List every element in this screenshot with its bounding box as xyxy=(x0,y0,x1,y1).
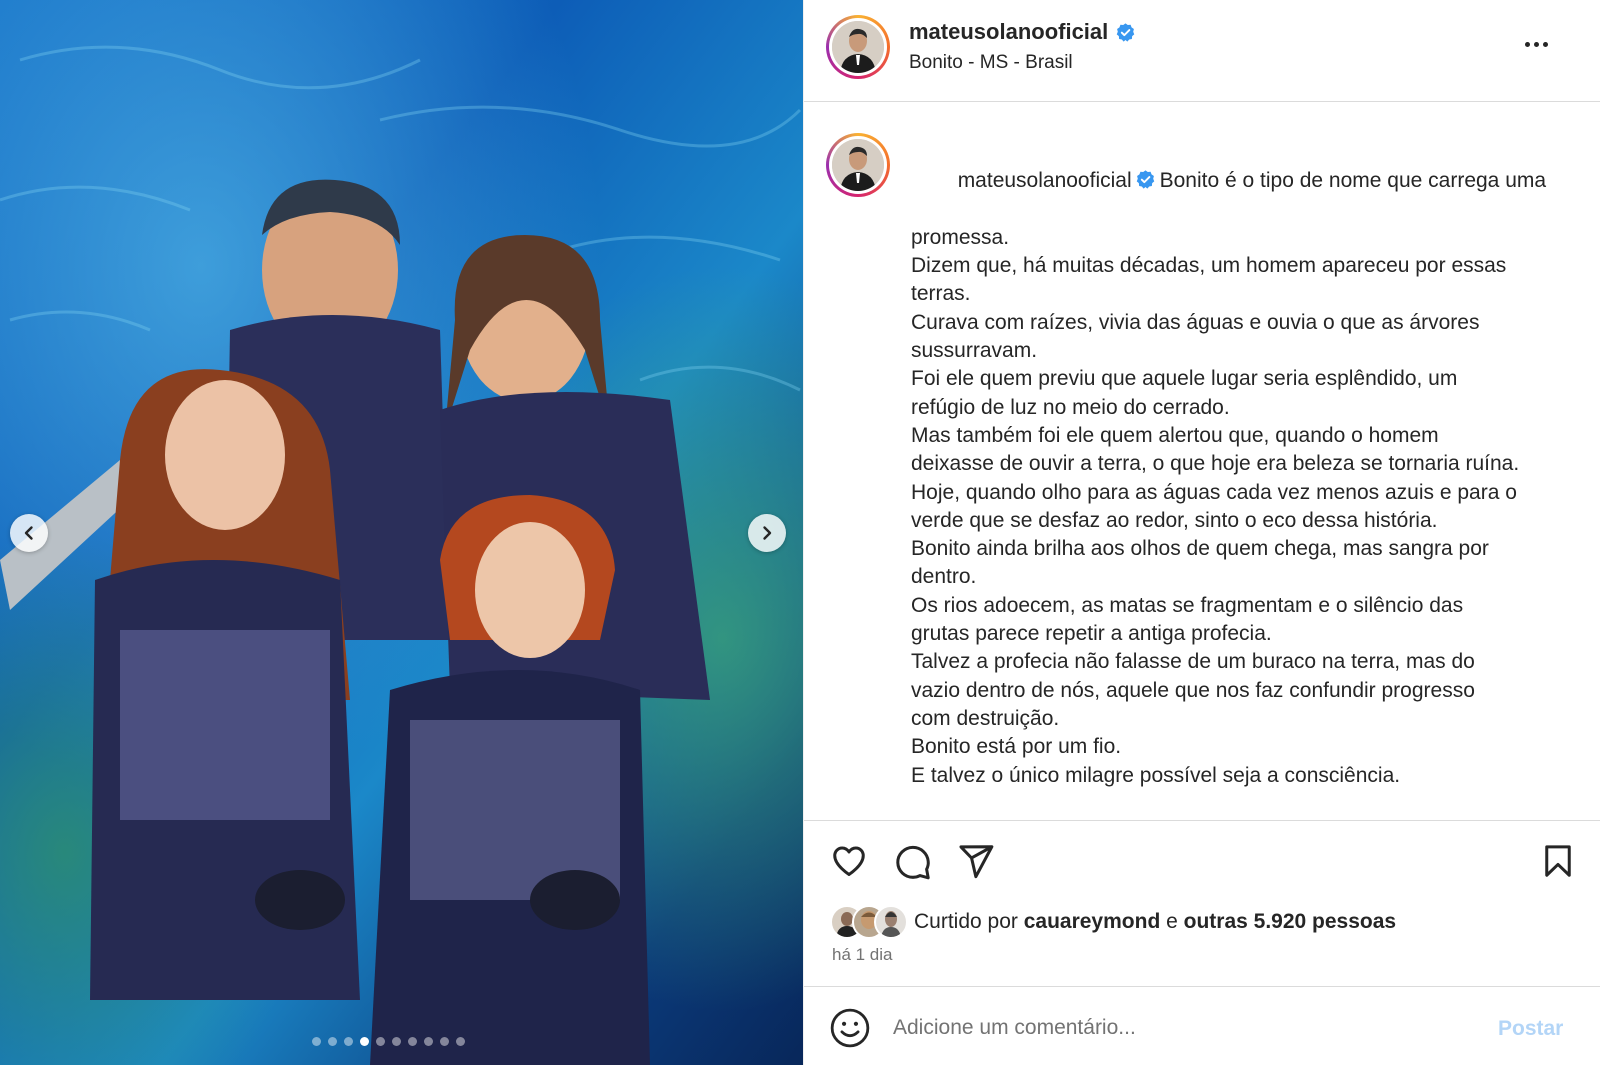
comment-input[interactable] xyxy=(893,1009,1453,1047)
caption-line: vazio dentro de nós, aquele que nos faz … xyxy=(911,678,1475,702)
caption-line: Foi ele quem previu que aquele lugar ser… xyxy=(911,367,1458,391)
likes-joiner: e xyxy=(1160,910,1184,933)
chevron-left-icon xyxy=(24,526,33,540)
share-button[interactable] xyxy=(954,839,998,883)
caption-line: Bonito ainda brilha aos olhos de quem ch… xyxy=(911,537,1489,561)
carousel-dot xyxy=(408,1037,417,1046)
liker-username[interactable]: cauareymond xyxy=(1024,910,1161,933)
caption-line: Mas também foi ele quem alertou que, qua… xyxy=(911,423,1439,447)
paper-plane-icon xyxy=(959,845,994,879)
carousel-next-button[interactable] xyxy=(748,514,786,552)
comment-icon xyxy=(896,845,930,880)
carousel-dot xyxy=(312,1037,321,1046)
caption-line: Curava com raízes, vivia das águas e ouv… xyxy=(911,310,1480,334)
caption-line: E talvez o único milagre possível seja a… xyxy=(911,763,1401,787)
heart-icon xyxy=(833,846,865,876)
likes-prefix: Curtido por xyxy=(914,910,1024,933)
more-options-button[interactable] xyxy=(1516,32,1556,56)
chevron-right-icon xyxy=(763,526,772,540)
caption-avatar[interactable] xyxy=(826,133,890,197)
comment-bar: Postar xyxy=(804,986,1600,1065)
caption-line: deixasse de ouvir a terra, o que hoje er… xyxy=(911,452,1520,476)
post-location[interactable]: Bonito - MS - Brasil xyxy=(909,52,1073,74)
carousel-dot xyxy=(344,1037,353,1046)
bookmark-icon xyxy=(1545,845,1571,877)
comment-button[interactable] xyxy=(891,839,935,883)
like-button[interactable] xyxy=(827,839,871,883)
caption-line: promessa. xyxy=(911,225,1010,249)
post-media[interactable] xyxy=(0,0,803,1065)
caption-line: Hoje, quando olho para as águas cada vez… xyxy=(911,480,1517,504)
likes-text: Curtido por cauareymond e outras 5.920 p… xyxy=(914,910,1396,934)
carousel-dot xyxy=(392,1037,401,1046)
liker-avatar xyxy=(874,905,908,939)
save-button[interactable] xyxy=(1536,839,1580,883)
post-timestamp[interactable]: há 1 dia xyxy=(832,945,893,965)
carousel-dot xyxy=(376,1037,385,1046)
caption-first-line: Bonito é o tipo de nome que carrega uma xyxy=(1159,169,1547,193)
post-header: mateusolanooficial Bonito - MS - Brasil xyxy=(804,0,1600,102)
caption-line: com destruição. xyxy=(911,706,1060,730)
carousel-dot xyxy=(360,1037,369,1046)
carousel-dot xyxy=(440,1037,449,1046)
profile-photo xyxy=(832,139,884,191)
likes-others-link[interactable]: outras 5.920 pessoas xyxy=(1184,910,1396,933)
post-comment-button[interactable]: Postar xyxy=(1498,1017,1563,1041)
caption-line: Os rios adoecem, as matas se fragmentam … xyxy=(911,593,1464,617)
profile-photo xyxy=(832,21,884,73)
carousel-indicator xyxy=(312,1037,465,1046)
liker-avatars xyxy=(830,905,912,939)
likes-summary[interactable]: Curtido por cauareymond e outras 5.920 p… xyxy=(830,905,1396,939)
caption-text: mateusolanooficial Bonito é o tipo de no… xyxy=(911,139,1576,820)
caption-line: Bonito está por um fio. xyxy=(911,735,1122,759)
caption-line: sussurravam. xyxy=(911,339,1038,363)
caption-line: terras. xyxy=(911,282,971,306)
caption-line: refúgio de luz no meio do cerrado. xyxy=(911,395,1230,419)
more-dots-icon xyxy=(1524,41,1530,47)
caption-section: mateusolanooficial Bonito é o tipo de no… xyxy=(804,102,1600,820)
carousel-dot xyxy=(456,1037,465,1046)
post-actions: Curtido por cauareymond e outras 5.920 p… xyxy=(804,820,1600,1065)
caption-line: Talvez a profecia não falasse de um bura… xyxy=(911,650,1475,674)
post-details-panel: mateusolanooficial Bonito - MS - Brasil xyxy=(803,0,1600,1065)
caption-line: grutas parece repetir a antiga profecia. xyxy=(911,622,1272,646)
post-author-username[interactable]: mateusolanooficial xyxy=(909,19,1108,45)
verified-badge-icon xyxy=(1117,22,1135,42)
carousel-prev-button[interactable] xyxy=(10,514,48,552)
avatar[interactable] xyxy=(826,15,890,79)
caption-username[interactable]: mateusolanooficial xyxy=(958,169,1132,192)
caption-line xyxy=(911,790,1576,818)
carousel-dot xyxy=(328,1037,337,1046)
carousel-dot xyxy=(424,1037,433,1046)
post-photo xyxy=(0,0,803,1065)
caption-line: Dizem que, há muitas décadas, um homem a… xyxy=(911,254,1507,278)
verified-badge-icon xyxy=(1136,170,1154,189)
smiley-icon[interactable] xyxy=(829,1007,871,1049)
caption-lines: promessa. Dizem que, há muitas décadas, u… xyxy=(911,224,1576,820)
caption-line: verde que se desfaz ao redor, sinto o ec… xyxy=(911,508,1438,532)
caption-line: dentro. xyxy=(911,565,977,589)
